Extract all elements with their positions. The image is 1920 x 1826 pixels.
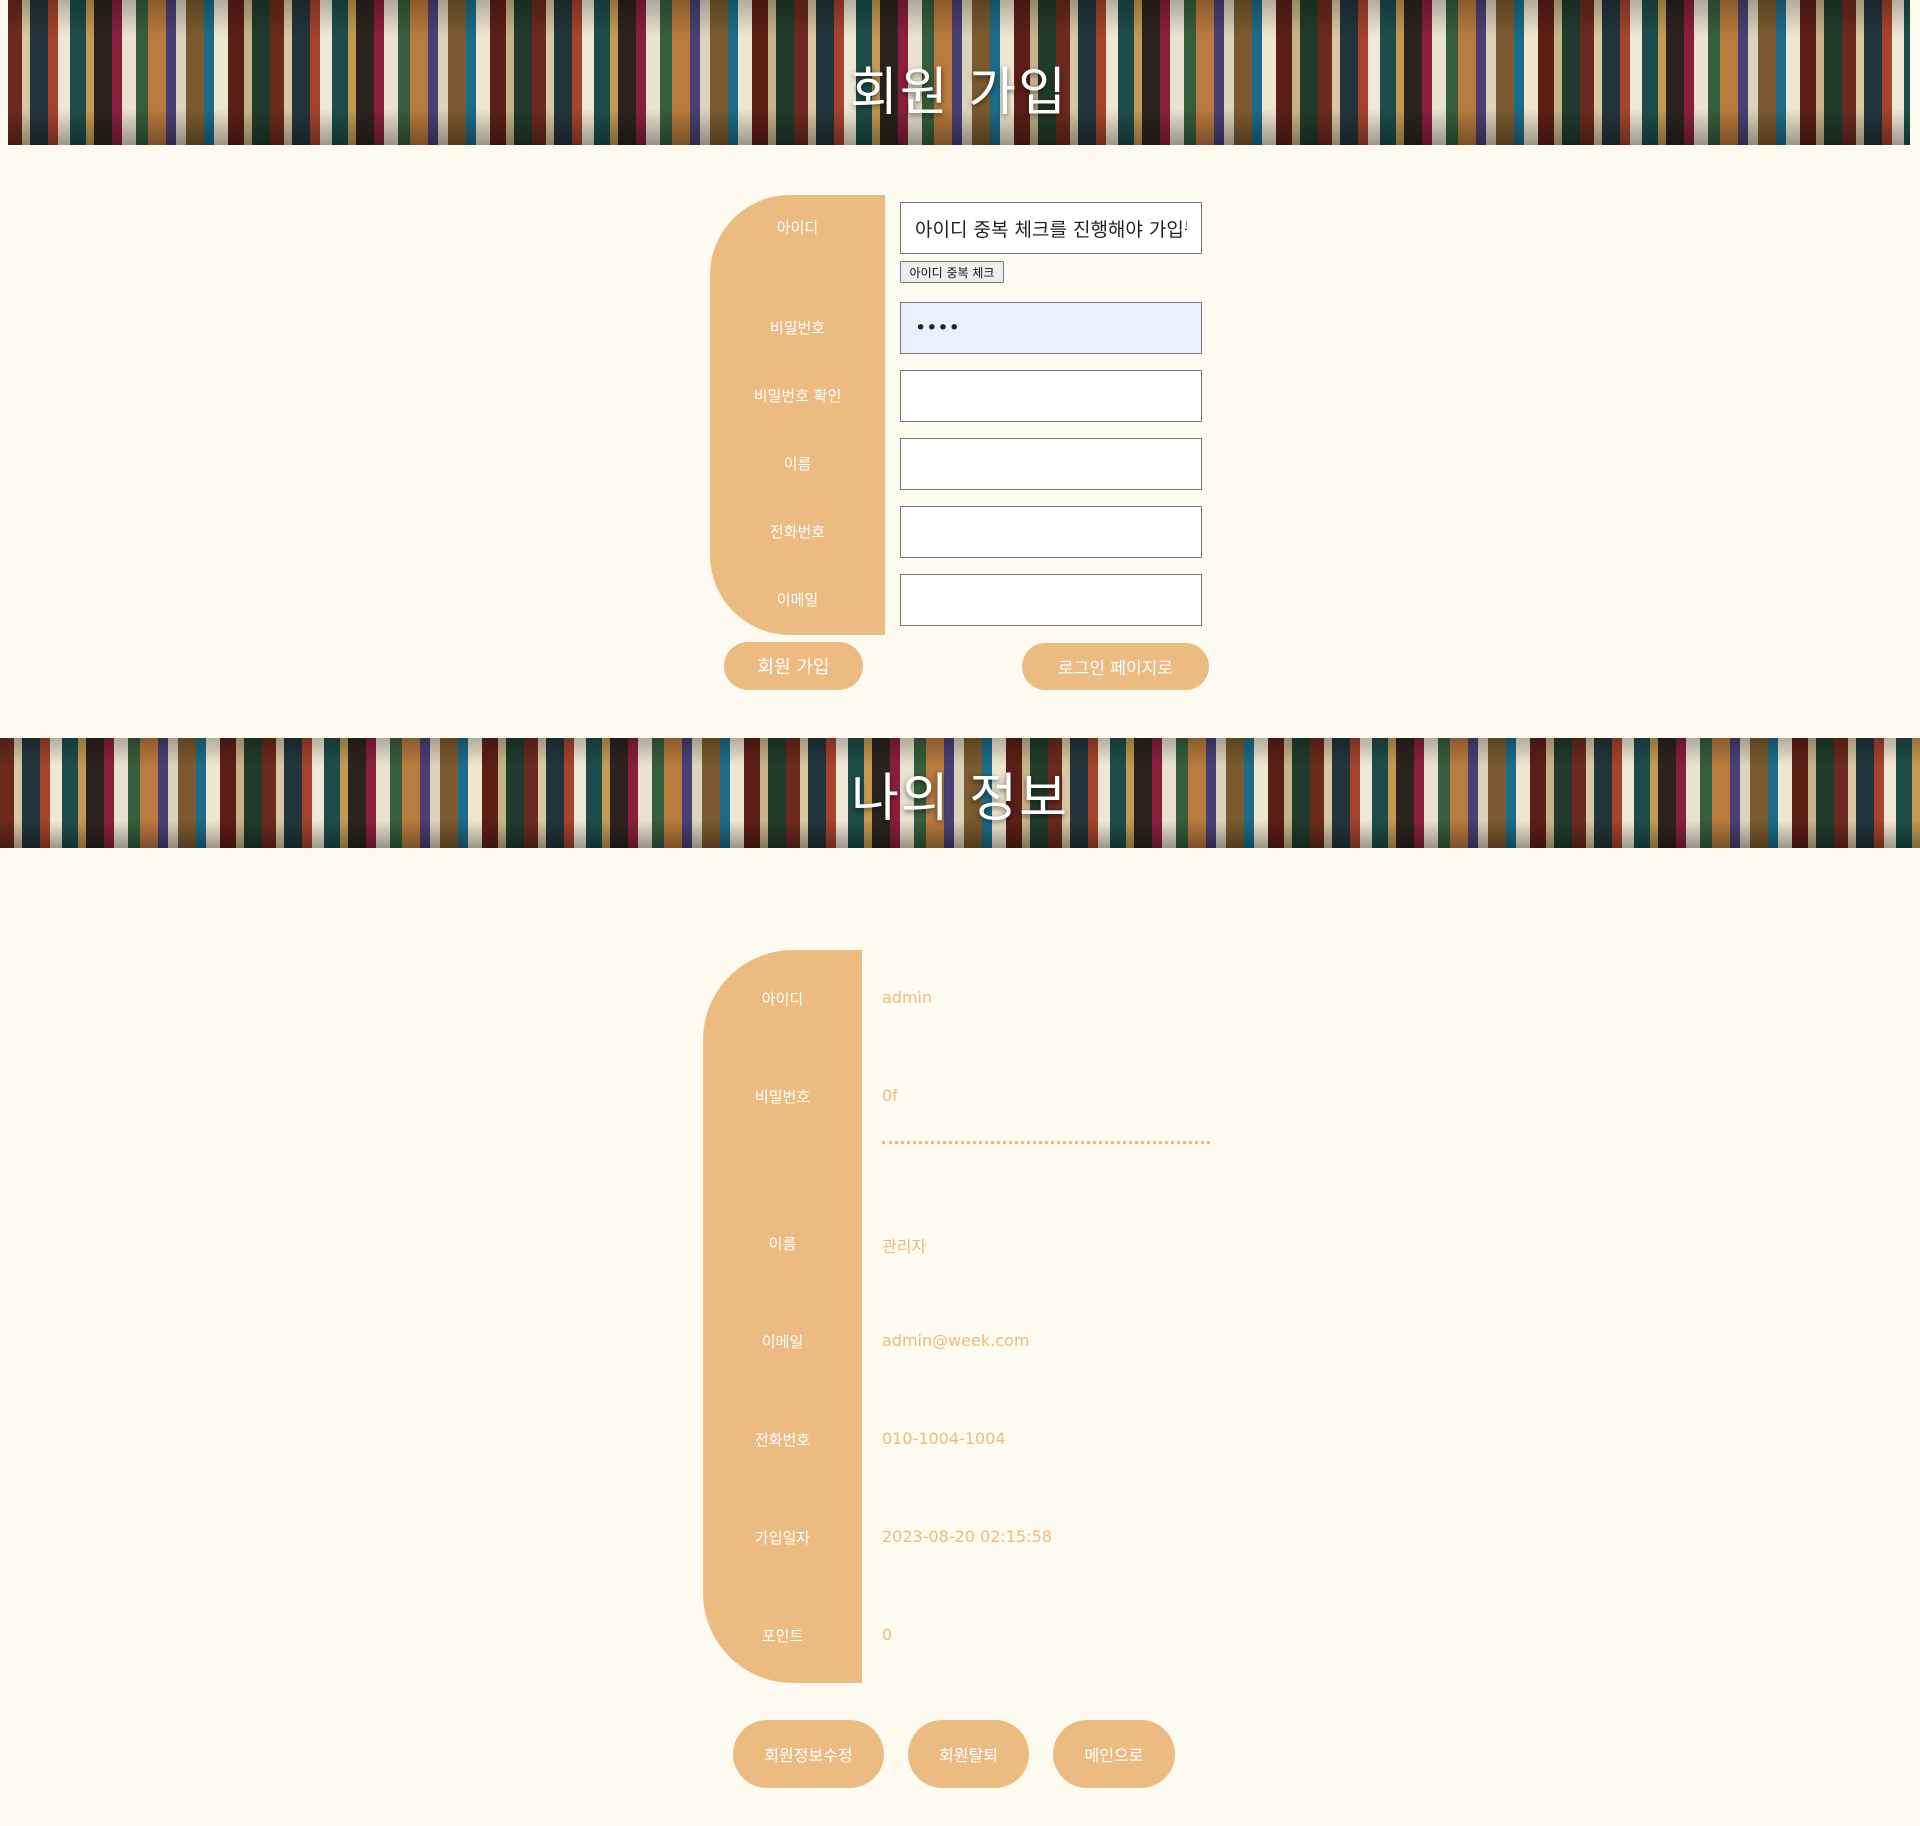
- info-phone-label: 전화번호: [754, 1431, 811, 1449]
- password-confirm-input[interactable]: [900, 370, 1202, 422]
- password-dotted-divider: [882, 1141, 1210, 1144]
- phone-input[interactable]: [900, 506, 1202, 558]
- phone-label: 전화번호: [769, 523, 826, 541]
- password-input[interactable]: [900, 302, 1202, 354]
- info-password-value: 0f: [882, 1086, 898, 1105]
- id-label: 아이디: [776, 219, 819, 237]
- myinfo-banner: 나의 정보: [0, 738, 1920, 848]
- edit-profile-button[interactable]: 회원정보수정: [733, 1720, 884, 1788]
- myinfo-title: 나의 정보: [851, 769, 1069, 829]
- info-email-value: admin@week.com: [882, 1331, 1030, 1350]
- id-duplicate-check-button[interactable]: 아이디 중복 체크: [900, 261, 1004, 283]
- signup-label-column: 아이디 비밀번호 비밀번호 확인 이름 전화번호 이메일: [710, 195, 885, 635]
- name-label: 이름: [783, 455, 812, 473]
- main-page-button[interactable]: 메인으로: [1053, 1720, 1175, 1788]
- info-email-label: 이메일: [761, 1333, 804, 1351]
- info-id-label: 아이디: [761, 990, 804, 1008]
- info-phone-value: 010-1004-1004: [882, 1429, 1006, 1448]
- id-input[interactable]: [900, 202, 1202, 254]
- info-points-label: 포인트: [761, 1627, 804, 1645]
- name-input[interactable]: [900, 438, 1202, 490]
- email-label: 이메일: [776, 591, 819, 609]
- password-label: 비밀번호: [769, 319, 826, 337]
- signup-banner: 회원 가입: [8, 0, 1910, 145]
- password-confirm-label: 비밀번호 확인: [753, 387, 842, 405]
- info-id-value: admin: [882, 988, 933, 1007]
- info-joined-label: 가입일자: [754, 1529, 811, 1547]
- withdraw-button[interactable]: 회원탈퇴: [908, 1720, 1029, 1788]
- info-name-value: 관리자: [882, 1237, 927, 1256]
- email-input[interactable]: [900, 574, 1202, 626]
- info-points-value: 0: [882, 1625, 893, 1644]
- info-name-label: 이름: [768, 1235, 797, 1253]
- signup-title: 회원 가입: [850, 63, 1068, 123]
- info-joined-value: 2023-08-20 02:15:58: [882, 1527, 1052, 1546]
- info-password-label: 비밀번호: [754, 1088, 811, 1106]
- login-page-button[interactable]: 로그인 페이지로: [1022, 643, 1209, 690]
- myinfo-label-column: 아이디 비밀번호 이름 이메일 전화번호 가입일자 포인트: [703, 950, 862, 1683]
- signup-submit-button[interactable]: 회원 가입: [724, 642, 863, 690]
